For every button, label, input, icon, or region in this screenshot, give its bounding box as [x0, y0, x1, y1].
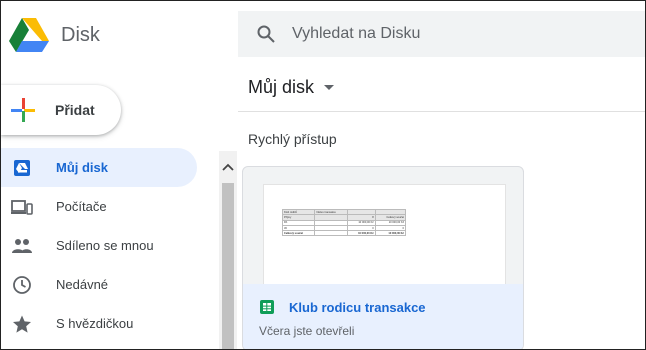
search-input[interactable]	[290, 24, 624, 44]
people-icon	[11, 235, 33, 257]
google-drive-logo-icon	[9, 17, 49, 53]
sidebar-item-label: Sdíleno se mnou	[56, 238, 154, 253]
star-icon	[11, 313, 33, 335]
file-name: Klub rodicu transakce	[289, 299, 426, 315]
sidebar-item-label: S hvězdičkou	[56, 316, 134, 331]
caret-down-icon	[324, 85, 335, 90]
preview-cell: Celkový součet	[281, 230, 316, 237]
sidebar-item-label: Můj disk	[56, 160, 109, 175]
computer-icon	[11, 196, 33, 218]
google-sheets-icon	[260, 300, 274, 314]
sidebar-item-recent[interactable]: Nedávné	[1, 265, 237, 304]
clock-icon	[11, 274, 33, 296]
scroll-up-arrow-icon[interactable]	[219, 159, 237, 175]
file-card[interactable]: Klub rodičů Název transakce Příjmy 8 Cel…	[242, 166, 524, 349]
page-title[interactable]: Můj disk	[248, 77, 335, 98]
divider	[238, 111, 645, 112]
plus-icon	[11, 98, 35, 122]
sidebar-item-starred[interactable]: S hvězdičkou	[1, 304, 237, 343]
preview-cell: 10 000,00 Kč	[374, 230, 407, 237]
file-card-name-row: Klub rodicu transakce	[259, 299, 426, 315]
app-title: Disk	[61, 23, 100, 46]
search-icon[interactable]	[256, 24, 276, 44]
drive-window: Disk Přidat Můj disk Počítače Sdíleno se…	[0, 0, 646, 350]
new-button-label: Přidat	[55, 102, 95, 118]
sidebar-item-my-drive[interactable]: Můj disk	[1, 148, 197, 187]
sidebar-scrollbar[interactable]	[219, 151, 237, 349]
search-bar[interactable]	[238, 11, 645, 57]
brand[interactable]: Disk	[9, 17, 100, 53]
sidebar-item-shared[interactable]: Sdíleno se mnou	[1, 226, 237, 265]
section-title: Rychlý přístup	[248, 131, 337, 147]
sidebar-nav: Můj disk Počítače Sdíleno se mnou Nedávn…	[1, 148, 237, 343]
scrollbar-thumb[interactable]	[222, 183, 234, 349]
main-content: Můj disk Rychlý přístup Klub rodičů Náze…	[238, 57, 645, 349]
sidebar: Disk Přidat Můj disk Počítače Sdíleno se…	[1, 1, 237, 349]
preview-table: Klub rodičů Název transakce Příjmy 8 Cel…	[281, 208, 407, 237]
preview-cell: 10 000,00 Kč	[347, 230, 376, 237]
preview-row: Celkový součet 10 000,00 Kč 10 000,00 Kč	[281, 230, 407, 237]
sidebar-item-computers[interactable]: Počítače	[1, 187, 237, 226]
file-card-footer: Klub rodicu transakce Včera jste otevřel…	[243, 284, 523, 349]
page-title-text: Můj disk	[248, 77, 315, 97]
file-last-opened: Včera jste otevřeli	[259, 324, 355, 338]
new-button[interactable]: Přidat	[1, 85, 121, 135]
sidebar-item-label: Nedávné	[56, 277, 109, 292]
sidebar-item-label: Počítače	[56, 199, 107, 214]
preview-cell	[314, 230, 349, 237]
file-preview-thumbnail: Klub rodičů Název transakce Příjmy 8 Cel…	[263, 184, 506, 286]
drive-icon	[11, 157, 33, 179]
